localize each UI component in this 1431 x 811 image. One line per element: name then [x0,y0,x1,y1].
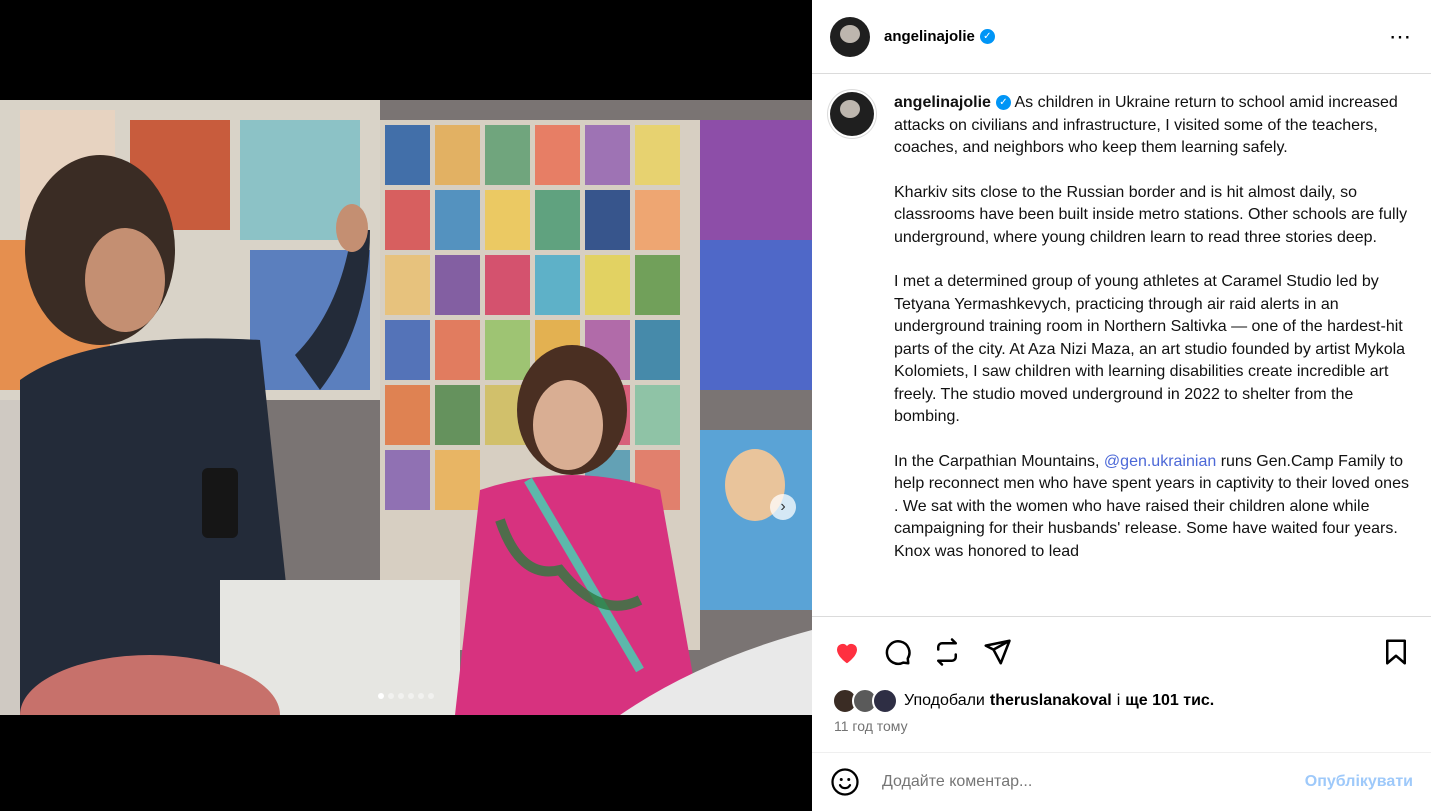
caption-username[interactable]: angelinajolie [894,94,991,111]
emoji-icon[interactable] [830,767,860,797]
carousel-dots [0,693,812,699]
bookmark-icon[interactable] [1381,637,1411,667]
carousel-dot [408,693,414,699]
post-panel: angelinajolie ✓ ⋯ angelinajolie ✓ As chil… [812,0,1431,811]
avatar[interactable] [830,92,874,136]
avatar[interactable] [872,688,898,714]
carousel-dot [398,693,404,699]
caption-paragraph: In the Carpathian Mountains, @gen.ukrain… [894,451,1413,564]
caption-text: angelinajolie ✓ As children in Ukraine re… [894,92,1413,585]
share-icon[interactable] [982,637,1012,667]
caption-p3: I met a determined group of young athlet… [894,273,1406,425]
caption-paragraph: angelinajolie ✓ As children in Ukraine re… [894,92,1413,160]
carousel-dot [388,693,394,699]
post-time[interactable]: 11 год тому [834,718,908,734]
caption-p4-before: In the Carpathian Mountains, [894,452,1100,470]
carousel-dot [418,693,424,699]
post-header: angelinajolie ✓ ⋯ [812,0,1431,74]
more-options-icon[interactable]: ⋯ [1389,24,1413,50]
repost-icon[interactable] [932,637,962,667]
media-viewer: › [0,0,812,811]
comment-input[interactable] [880,772,1305,792]
username[interactable]: angelinajolie [884,28,975,45]
caption-row: angelinajolie ✓ As children in Ukraine re… [830,92,1413,585]
likes-connector: і [1116,692,1121,709]
likes-row: Уподобали theruslanakoval і ще 101 тис. [832,688,1214,714]
mention-link[interactable]: @gen.ukrainian [1104,453,1216,470]
carousel-dot [428,693,434,699]
post-photo-illustration [0,100,812,715]
likes-count[interactable]: ще 101 тис. [1125,692,1214,710]
publish-button[interactable]: Опублікувати [1305,773,1413,791]
action-bar [812,616,1431,687]
comment-composer: Опублікувати [812,752,1431,811]
heart-icon[interactable] [832,637,862,667]
next-arrow-icon[interactable]: › [770,494,796,520]
avatar[interactable] [830,16,870,57]
caption-p2: Kharkiv sits close to the Russian border… [894,183,1408,246]
verified-icon: ✓ [995,95,1011,111]
likes-prefix: Уподобали [904,692,985,709]
likes-user[interactable]: theruslanakoval [990,692,1112,710]
post-photo: › [0,100,812,715]
carousel-dot [378,693,384,699]
comment-icon[interactable] [882,637,912,667]
comments-area: angelinajolie ✓ As children in Ukraine re… [812,74,1431,616]
verified-icon: ✓ [979,29,995,44]
